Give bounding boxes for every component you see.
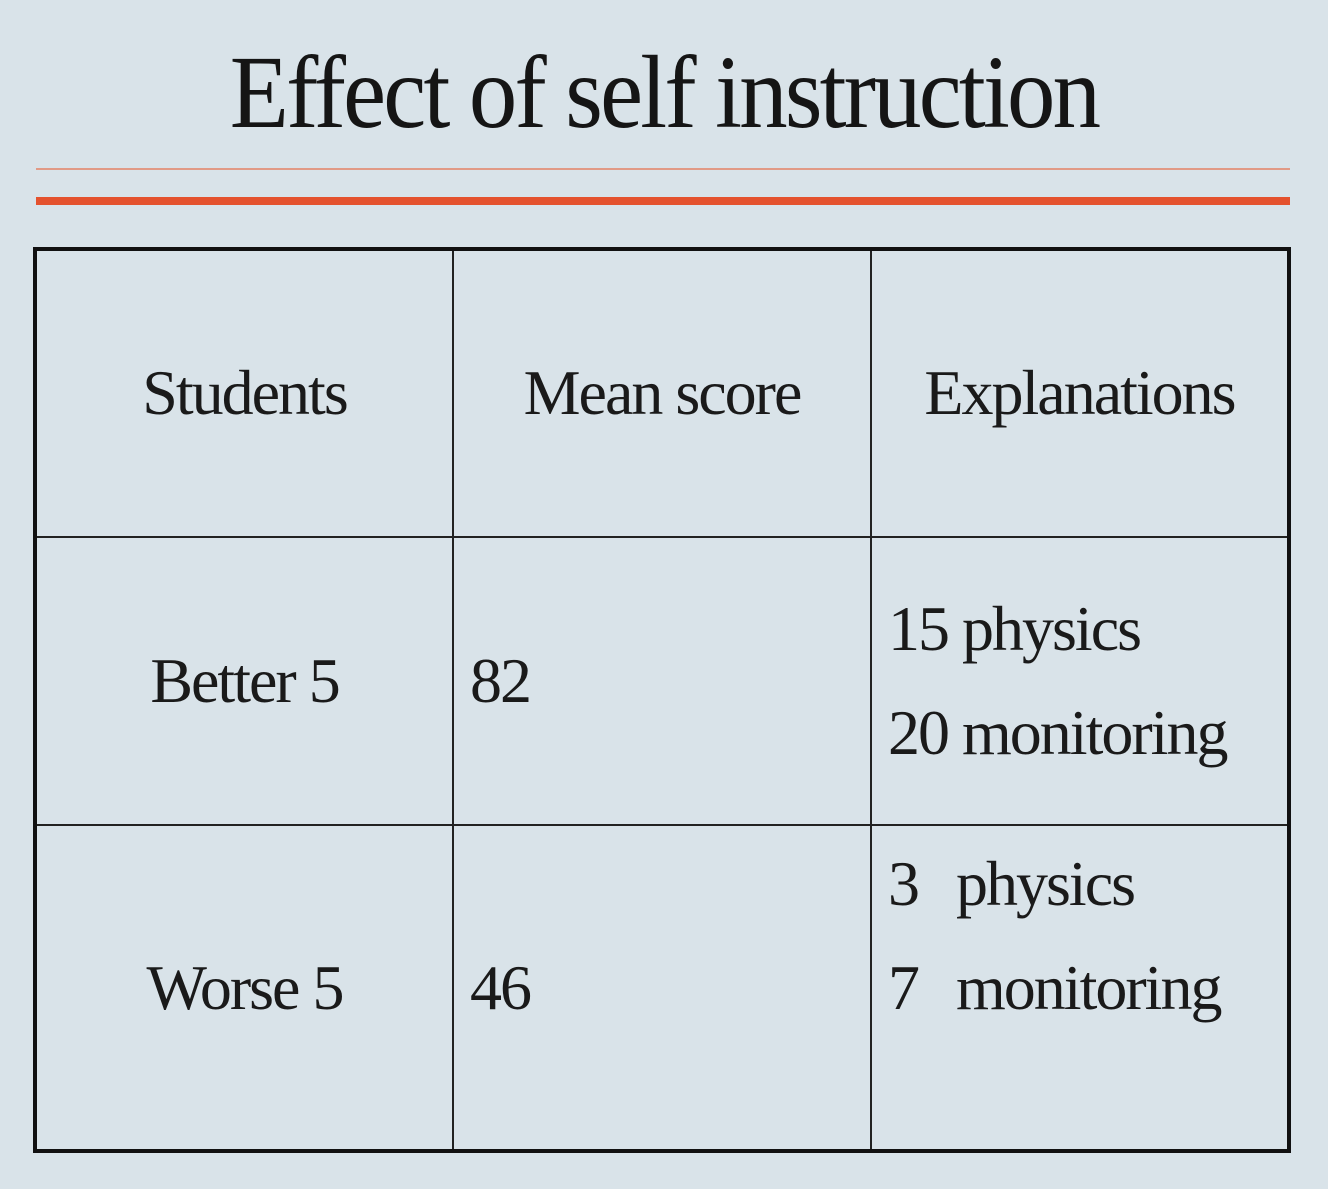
students-cell: Worse 5 bbox=[34, 824, 454, 1152]
students-cell: Better 5 bbox=[34, 535, 454, 827]
table-header-row: Students Mean score Explanations bbox=[34, 248, 1290, 538]
explanation-line: 15 physics bbox=[888, 577, 1287, 681]
mean-score-cell: 46 bbox=[452, 824, 872, 1152]
explanation-line: 3 physics bbox=[888, 832, 1287, 936]
title-divider-thick bbox=[36, 197, 1290, 205]
table-row: Better 5 82 15 physics 20 monitoring bbox=[34, 535, 1290, 827]
explanation-count: 20 bbox=[888, 696, 950, 768]
column-header-students: Students bbox=[34, 248, 454, 538]
explanation-line: 7 monitoring bbox=[888, 936, 1287, 1040]
mean-score-cell: 82 bbox=[452, 535, 872, 827]
explanation-label: monitoring bbox=[956, 952, 1222, 1024]
explanation-label: physics bbox=[956, 848, 1136, 920]
results-table: Students Mean score Explanations Better … bbox=[33, 247, 1291, 1153]
explanation-label: monitoring bbox=[962, 696, 1228, 768]
page-title: Effect of self instruction bbox=[229, 35, 1101, 150]
explanations-cell: 3 physics 7 monitoring bbox=[870, 824, 1290, 1152]
explanation-count: 3 bbox=[888, 848, 920, 920]
table-row: Worse 5 46 3 physics 7 monitoring bbox=[34, 824, 1290, 1152]
explanation-count: 7 bbox=[888, 952, 920, 1024]
column-header-explanations: Explanations bbox=[870, 248, 1290, 538]
title-divider-thin bbox=[36, 168, 1290, 170]
explanation-line: 20 monitoring bbox=[888, 681, 1287, 785]
column-header-mean-score: Mean score bbox=[452, 248, 872, 538]
explanation-label: physics bbox=[962, 592, 1142, 664]
explanations-cell: 15 physics 20 monitoring bbox=[870, 535, 1290, 827]
explanation-count: 15 bbox=[888, 592, 950, 664]
